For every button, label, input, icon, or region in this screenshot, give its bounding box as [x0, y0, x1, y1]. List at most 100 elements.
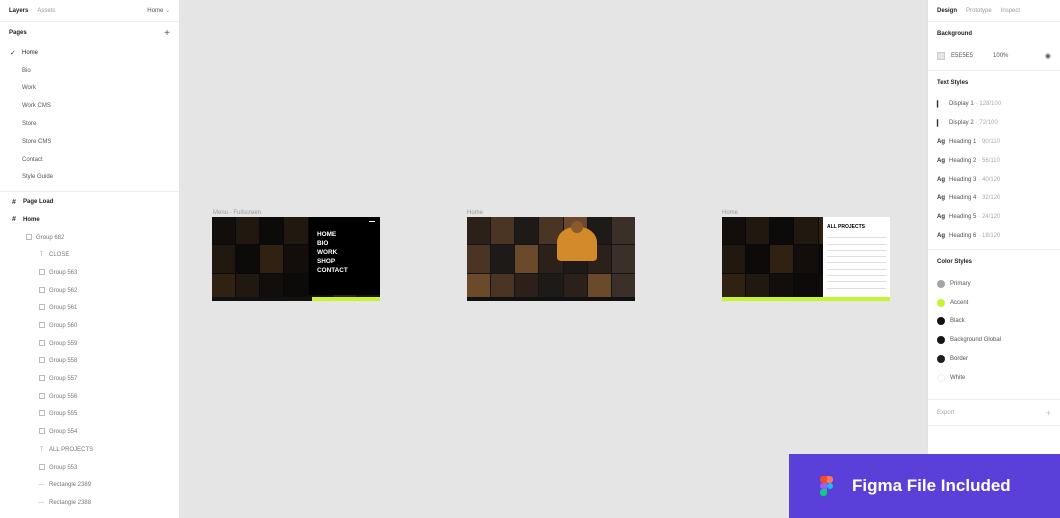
layer-item[interactable]: Group 555: [0, 406, 179, 424]
text-style-item[interactable]: Ag Heading 2 · 56/110: [937, 151, 1051, 170]
layer-item[interactable]: T CLOSE: [0, 246, 179, 264]
layer-item[interactable]: Group 559: [0, 335, 179, 353]
list-title: ALL PROJECTS: [827, 224, 865, 230]
bottom-bar: [467, 297, 635, 301]
group-icon: [37, 463, 46, 472]
frame-label-home[interactable]: Home: [467, 210, 483, 216]
text-style-meta: · 32/120: [978, 195, 1001, 202]
layer-item-label: Group 556: [49, 393, 78, 400]
text-style-item[interactable]: Ag Heading 3 · 40/120: [937, 170, 1051, 189]
frame-label-home-2[interactable]: Home: [722, 210, 738, 216]
color-style-item[interactable]: Primary: [937, 274, 1051, 293]
text-icon: T: [39, 252, 44, 259]
page-item[interactable]: ✓ Home: [0, 44, 179, 62]
tab-design[interactable]: Design: [937, 8, 957, 14]
frame-label-menu[interactable]: Menu - Fullscreen: [213, 210, 261, 216]
background-swatch[interactable]: [937, 52, 945, 60]
layer-item[interactable]: T ALL PROJECTS: [0, 441, 179, 459]
projects-list-panel: ALL PROJECTS: [823, 217, 890, 301]
layer-item-label: Group 560: [49, 323, 78, 330]
frame-home-projects[interactable]: ALL PROJECTS: [722, 217, 890, 301]
layer-item[interactable]: # Page Load: [0, 193, 179, 211]
background-opacity[interactable]: 100%: [993, 53, 1008, 59]
frame-home[interactable]: [467, 217, 635, 301]
color-style-item[interactable]: Border: [937, 350, 1051, 369]
text-style-name: Heading 6: [949, 232, 977, 239]
layer-item[interactable]: Group 556: [0, 388, 179, 406]
layer-item[interactable]: Group 682: [0, 229, 179, 247]
text-styles-section: Text Styles ▎ Display 1 · 128/100 ▎ Display…: [928, 71, 1060, 251]
page-item[interactable]: Store: [0, 115, 179, 133]
layer-item-label: Rectangle 2388: [49, 499, 92, 506]
export-row[interactable]: Export +: [928, 400, 1060, 427]
layer-item[interactable]: Group 561: [0, 300, 179, 318]
page-item-label: Store CMS: [22, 138, 52, 145]
text-style-name: Heading 4: [949, 195, 977, 202]
tab-layers[interactable]: Layers: [9, 8, 28, 14]
color-style-item[interactable]: Accent: [937, 293, 1051, 312]
layer-item-label: Group 563: [49, 269, 78, 276]
background-row[interactable]: E5E5E5 100% ◉: [937, 46, 1051, 66]
page-item[interactable]: Work: [0, 80, 179, 98]
layer-item[interactable]: Group 560: [0, 317, 179, 335]
menu-link-shop: SHOP: [317, 258, 336, 265]
layer-item[interactable]: Group 553: [0, 459, 179, 477]
layer-item[interactable]: Group 558: [0, 353, 179, 371]
tab-inspect[interactable]: Inspect: [1001, 8, 1020, 14]
frame-menu-fullscreen[interactable]: HOME BIO WORK SHOP CONTACT: [212, 217, 380, 301]
color-style-name: Primary: [950, 280, 971, 287]
layer-item-label: Home: [23, 216, 40, 223]
color-swatch: [937, 373, 945, 382]
accent-bar: [722, 297, 890, 301]
text-style-meta: · 128/100: [975, 101, 1002, 108]
display-style-icon: ▎: [937, 120, 942, 127]
tab-assets[interactable]: Assets: [37, 8, 55, 14]
layer-item-label: Group 554: [49, 429, 78, 436]
eye-icon[interactable]: ◉: [1045, 52, 1051, 60]
page-item[interactable]: Bio: [0, 62, 179, 80]
color-swatch: [937, 336, 945, 345]
menu-link-work: WORK: [317, 249, 338, 256]
group-icon: [37, 339, 46, 348]
add-page-icon[interactable]: +: [164, 28, 170, 39]
page-item[interactable]: Style Guide: [0, 169, 179, 187]
layer-item[interactable]: Group 554: [0, 423, 179, 441]
canvas[interactable]: Menu - Fullscreen HOME BIO WORK SHOP CON…: [181, 0, 927, 518]
layer-item[interactable]: — Rectangle 2388: [0, 494, 179, 512]
tab-prototype[interactable]: Prototype: [966, 8, 992, 14]
page-item[interactable]: Contact: [0, 151, 179, 169]
color-style-item[interactable]: White: [937, 368, 1051, 387]
layer-item[interactable]: Group 563: [0, 264, 179, 282]
display-style-icon: ▎: [937, 101, 942, 108]
group-icon: [37, 392, 46, 401]
frame-icon: #: [12, 216, 16, 224]
add-export-icon[interactable]: +: [1046, 408, 1051, 418]
color-style-item[interactable]: Background Global: [937, 331, 1051, 350]
color-swatch: [937, 317, 945, 326]
page-item-label: Home: [22, 49, 39, 56]
layer-item[interactable]: — Rectangle 2389: [0, 476, 179, 494]
page-item[interactable]: Work CMS: [0, 97, 179, 115]
layer-item[interactable]: Group 562: [0, 282, 179, 300]
color-style-name: White: [950, 374, 966, 381]
text-style-item[interactable]: Ag Heading 4 · 32/120: [937, 189, 1051, 208]
text-style-name: Heading 5: [949, 214, 977, 221]
text-style-item[interactable]: Ag Heading 1 · 90/110: [937, 133, 1051, 152]
page-selector[interactable]: Home ⌄: [147, 7, 170, 14]
background-hex[interactable]: E5E5E5: [951, 53, 973, 59]
text-style-item[interactable]: Ag Heading 6 · 18/120: [937, 227, 1051, 246]
text-style-item[interactable]: Ag Heading 5 · 24/120: [937, 208, 1051, 227]
chevron-down-icon: ⌄: [164, 8, 170, 14]
layer-item-label: Group 553: [49, 464, 78, 471]
menu-link-home: HOME: [317, 231, 337, 238]
frame-icon: #: [12, 198, 16, 206]
page-item-label: Bio: [22, 67, 31, 74]
text-style-item[interactable]: ▎ Display 1 · 128/100: [937, 95, 1051, 114]
layer-item[interactable]: Group 557: [0, 370, 179, 388]
text-style-item[interactable]: ▎ Display 2 · 72/100: [937, 114, 1051, 133]
color-style-item[interactable]: Black: [937, 312, 1051, 331]
close-icon: [369, 221, 375, 222]
layer-item[interactable]: # Home: [0, 211, 179, 229]
page-item[interactable]: Store CMS: [0, 133, 179, 151]
color-swatch: [937, 354, 945, 363]
